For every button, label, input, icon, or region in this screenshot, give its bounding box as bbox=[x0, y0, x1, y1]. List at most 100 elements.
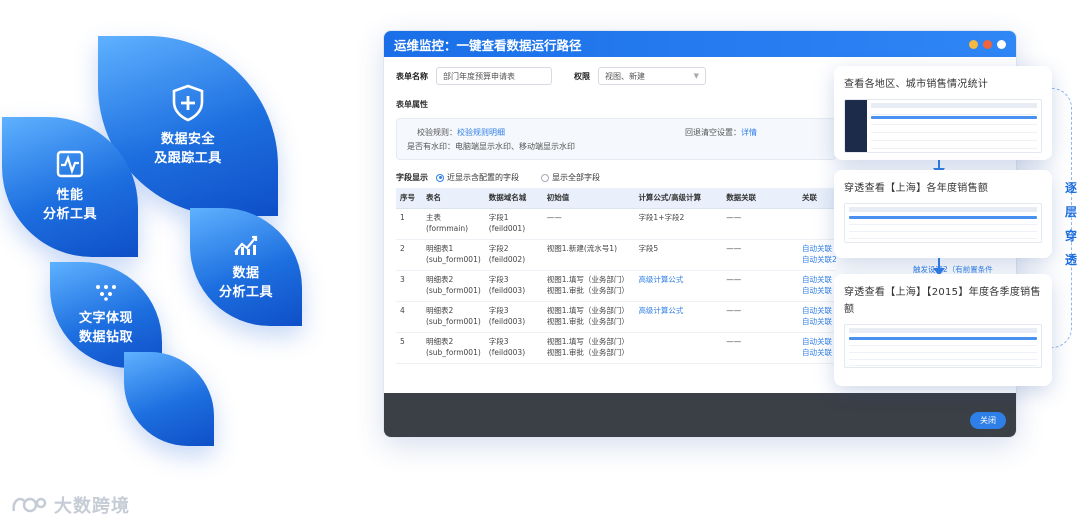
permission-select[interactable]: 视图、新建 ▼ bbox=[598, 67, 706, 85]
table-row[interactable]: 5 明细表2 (sub_form001) 字段3 (feild003) 视图1.填写（业务… bbox=[396, 332, 836, 364]
tile-data-analysis[interactable]: 数据 分析工具 bbox=[190, 208, 302, 326]
table-cell: 4 bbox=[396, 301, 422, 333]
table-cell[interactable]: 高级计算公式 bbox=[634, 301, 723, 333]
table-cell: 明细表2 (sub_form001) bbox=[421, 332, 485, 364]
table-body: 1 主表 (formmain) 字段1 (feild001) —— 字段1+字段2 —— 2 明细… bbox=[396, 208, 836, 364]
tile-data-line2: 分析工具 bbox=[218, 285, 273, 300]
tile-performance-line2: 分析工具 bbox=[42, 207, 97, 222]
radio-checked-icon bbox=[436, 173, 444, 182]
maximize-dot-icon[interactable] bbox=[997, 39, 1006, 49]
form-name-input[interactable]: 部门年度预算申请表 bbox=[436, 67, 552, 85]
table-cell: 明细表2 (sub_form001) bbox=[421, 270, 485, 302]
table-cell[interactable] bbox=[797, 208, 836, 240]
writeback-link[interactable]: 详情 bbox=[741, 126, 757, 140]
dot-grid-icon bbox=[96, 285, 116, 301]
table-cell: 字段3 (feild003) bbox=[484, 270, 543, 302]
table-cell: 字段3 (feild003) bbox=[484, 332, 543, 364]
side-label-char: 层 bbox=[1064, 205, 1077, 219]
form-attributes-panel: 校验规则： 校验规则明细 回退清空设置： 详情 是否有水印： 电脑端显示水印、移… bbox=[396, 118, 836, 160]
field-table: 序号 表名 数据域名城 初始值 计算公式/高级计算 数据关联 关联 1 主表 (formmain… bbox=[396, 188, 836, 364]
chevron-down-icon: ▼ bbox=[693, 72, 699, 80]
permission-value: 视图、新建 bbox=[605, 71, 645, 81]
side-label-char: 透 bbox=[1064, 253, 1077, 267]
table-cell: 明细表2 (sub_form001) bbox=[421, 301, 485, 333]
window-controls bbox=[969, 39, 1006, 49]
table-cell: 字段2 (feild002) bbox=[484, 239, 543, 271]
column-header: 序号 bbox=[396, 188, 422, 209]
brand-logo-text: 大数跨境 bbox=[54, 496, 130, 517]
tile-data-line1: 数据 bbox=[232, 266, 260, 281]
drill-card-region[interactable]: 查看各地区、城市销售情况统计 bbox=[834, 66, 1052, 160]
table-cell[interactable]: 自动关联 自动关联 bbox=[797, 332, 836, 364]
column-header: 数据域名城 bbox=[484, 188, 543, 209]
tile-security-line1: 数据安全 bbox=[160, 132, 215, 147]
report-thumbnail bbox=[844, 203, 1042, 243]
close-button[interactable]: 关闭 bbox=[970, 412, 1006, 429]
minimize-dot-icon[interactable] bbox=[969, 39, 978, 49]
radio-unchecked-icon bbox=[541, 173, 549, 182]
window-title: 运维监控：一键查看数据运行路径 bbox=[394, 37, 582, 53]
radio-all-label: 显示全部字段 bbox=[552, 173, 600, 182]
window-footer: 关闭 bbox=[384, 393, 1016, 437]
table-cell: 明细表1 (sub_form001) bbox=[421, 239, 485, 271]
drill-card-title: 穿透查看【上海】各年度销售额 bbox=[844, 183, 989, 194]
window-titlebar: 运维监控：一键查看数据运行路径 bbox=[384, 31, 1016, 57]
drill-card-quarterly[interactable]: 穿透查看【上海】【2015】年度各季度销售额 bbox=[834, 274, 1052, 386]
brand-mark-icon bbox=[12, 497, 47, 513]
report-thumbnail bbox=[844, 324, 1042, 368]
table-cell: —— bbox=[722, 332, 798, 364]
table-row[interactable]: 4 明细表2 (sub_form001) 字段3 (feild003) 视图1.填写（业务… bbox=[396, 301, 836, 333]
form-name-label: 表单名称 bbox=[396, 71, 428, 81]
validation-link[interactable]: 校验规则明细 bbox=[457, 126, 505, 140]
table-cell[interactable]: 高级计算公式 bbox=[634, 270, 723, 302]
shield-plus-icon bbox=[172, 84, 204, 122]
tile-security-line2: 及跟踪工具 bbox=[154, 151, 222, 166]
tile-performance-line1: 性能 bbox=[56, 188, 84, 203]
radio-all-fields[interactable]: 显示全部字段 bbox=[541, 172, 600, 183]
column-header: 关联 bbox=[797, 188, 836, 209]
table-cell: 5 bbox=[396, 332, 422, 364]
table-cell[interactable]: 自动关联 自动关联 bbox=[797, 270, 836, 302]
bar-chart-icon bbox=[234, 235, 258, 255]
table-cell: 视图1.新建(流水号1) bbox=[542, 239, 635, 271]
column-header: 数据关联 bbox=[722, 188, 798, 209]
radio-configured-fields[interactable]: 近显示含配置的字段 bbox=[436, 172, 519, 183]
writeback-label: 回退清空设置： bbox=[685, 128, 741, 137]
brand-logo: 大数跨境 bbox=[10, 492, 130, 518]
table-cell: —— bbox=[722, 270, 798, 302]
table-row[interactable]: 2 明细表1 (sub_form001) 字段2 (feild002) 视图1.新建(流水… bbox=[396, 239, 836, 271]
table-cell: 字段3 (feild003) bbox=[484, 301, 543, 333]
side-label-char: 穿 bbox=[1064, 229, 1077, 243]
column-header: 计算公式/高级计算 bbox=[634, 188, 723, 209]
drill-card-title: 查看各地区、城市销售情况统计 bbox=[844, 79, 989, 90]
tile-text-line2: 数据钻取 bbox=[78, 330, 133, 345]
table-cell: 字段1 (feild001) bbox=[484, 208, 543, 240]
tile-decorative bbox=[124, 352, 214, 446]
table-cell: 3 bbox=[396, 270, 422, 302]
table-cell: —— bbox=[722, 301, 798, 333]
permission-label: 权限 bbox=[574, 71, 590, 81]
form-name-value: 部门年度预算申请表 bbox=[443, 71, 515, 81]
table-cell: 1 bbox=[396, 208, 422, 240]
table-row[interactable]: 1 主表 (formmain) 字段1 (feild001) —— 字段1+字段2 —— bbox=[396, 208, 836, 240]
table-cell: 主表 (formmain) bbox=[421, 208, 485, 240]
table-row[interactable]: 3 明细表2 (sub_form001) 字段3 (feild003) 视图1.填写（业务… bbox=[396, 270, 836, 302]
tile-text-line1: 文字体现 bbox=[78, 311, 133, 326]
drill-card-yearly[interactable]: 穿透查看【上海】各年度销售额 bbox=[834, 170, 1052, 258]
table-cell[interactable]: 自动关联自动关联2（无前置条件 bbox=[797, 239, 836, 271]
pulse-chart-icon bbox=[56, 150, 84, 178]
table-cell: 字段5 bbox=[634, 239, 723, 271]
table-cell: —— bbox=[722, 239, 798, 271]
field-display-label: 字段显示 bbox=[396, 173, 428, 182]
column-header: 初始值 bbox=[542, 188, 635, 209]
table-cell: 2 bbox=[396, 239, 422, 271]
stage: 数据安全 及跟踪工具 性能 分析工具 数据 分析工具 文字体现 数据钻取 大数跨… bbox=[0, 0, 1080, 526]
table-cell[interactable]: 自动关联 自动关联 bbox=[797, 301, 836, 333]
table-cell: —— bbox=[722, 208, 798, 240]
table-cell: 视图1.填写（业务部门） 视图1.审批（业务部门） bbox=[542, 301, 635, 333]
table-cell: —— bbox=[542, 208, 635, 240]
table-cell: 字段1+字段2 bbox=[634, 208, 723, 240]
column-header: 表名 bbox=[421, 188, 485, 209]
table-cell bbox=[634, 332, 723, 364]
close-dot-icon[interactable] bbox=[983, 39, 992, 49]
